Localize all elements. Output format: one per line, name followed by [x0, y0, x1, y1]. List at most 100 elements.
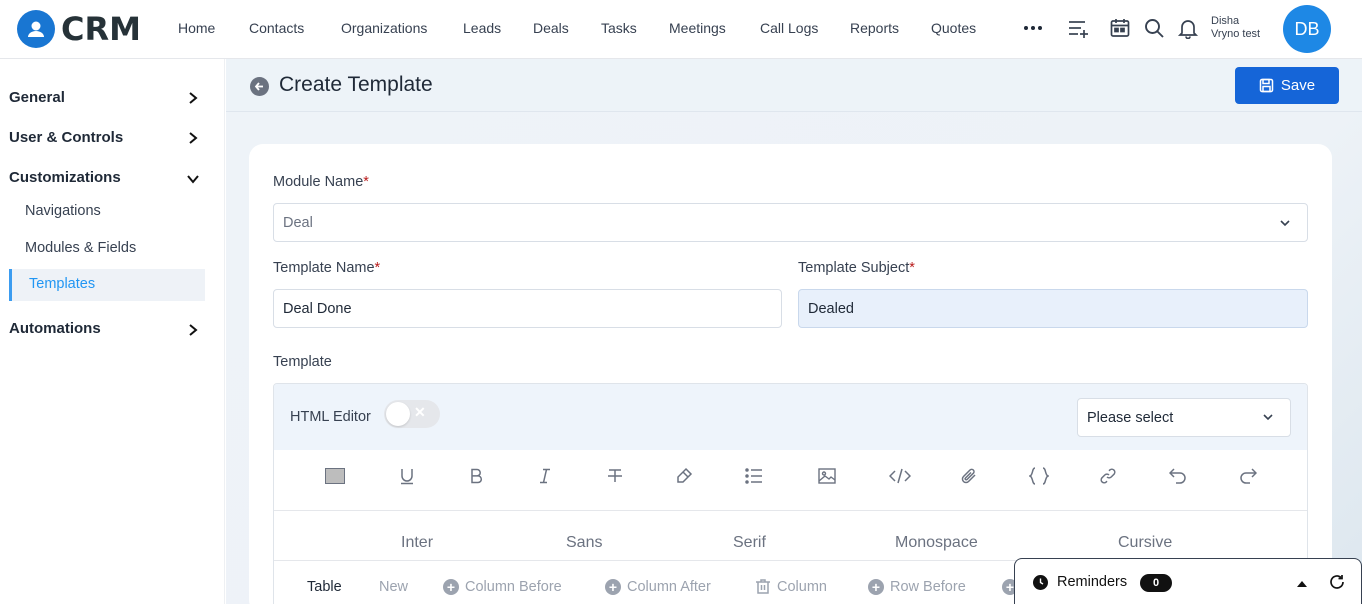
app-name: CRM — [61, 10, 141, 48]
sidebar-item-modules-fields[interactable]: Modules & Fields — [25, 240, 136, 256]
sidebar-item-automations[interactable]: Automations — [9, 320, 101, 337]
user-name[interactable]: Disha Vryno test — [1211, 15, 1260, 41]
nav-tasks[interactable]: Tasks — [601, 20, 637, 36]
template-name-label: Template Name* — [273, 260, 381, 276]
attachment-icon[interactable] — [957, 465, 981, 487]
select-placeholder: Please select — [1087, 409, 1174, 426]
reminders-panel[interactable]: Reminders 0 — [1014, 558, 1362, 604]
logo-user-icon — [17, 10, 55, 48]
strikethrough-icon[interactable] — [603, 465, 627, 487]
font-option-sans[interactable]: Sans — [566, 534, 602, 552]
user-first-name: Disha — [1211, 15, 1240, 27]
plus-circle-icon: + — [868, 579, 884, 595]
underline-icon[interactable] — [395, 465, 419, 487]
chevron-down-icon — [1262, 411, 1274, 427]
new-table-button[interactable]: New — [379, 579, 408, 595]
chevron-right-icon[interactable] — [186, 91, 200, 110]
calendar-icon[interactable] — [1109, 17, 1131, 44]
main-content: Create Template Save Module Name* Deal T… — [226, 59, 1362, 604]
nav-reports[interactable]: Reports — [850, 20, 899, 36]
add-list-icon[interactable] — [1067, 17, 1089, 44]
module-name-value: Deal — [283, 214, 313, 231]
page-title: Create Template — [279, 73, 433, 96]
caret-up-icon[interactable] — [1296, 576, 1308, 594]
template-name-value: Deal Done — [283, 300, 352, 317]
template-form-card: Module Name* Deal Template Name* Deal Do… — [249, 144, 1332, 604]
nav-call-logs[interactable]: Call Logs — [760, 20, 818, 36]
template-subject-input[interactable]: Dealed — [798, 289, 1308, 328]
font-options-row: Inter Sans Serif Monospace Cursive — [274, 510, 1307, 560]
top-nav-bar: CRM Home Contacts Organizations Leads De… — [0, 0, 1362, 59]
nav-home[interactable]: Home — [178, 20, 215, 36]
toggle-knob — [386, 402, 410, 426]
column-before-button[interactable]: + Column Before — [443, 579, 562, 595]
column-label: Column — [777, 579, 827, 595]
nav-leads[interactable]: Leads — [463, 20, 501, 36]
chevron-right-icon[interactable] — [186, 131, 200, 150]
column-after-button[interactable]: + Column After — [605, 579, 711, 595]
nav-deals[interactable]: Deals — [533, 20, 569, 36]
column-before-label: Column Before — [465, 579, 562, 595]
sidebar-item-general[interactable]: General — [9, 89, 65, 106]
row-before-button[interactable]: + Row Before — [868, 579, 966, 595]
more-icon[interactable] — [1023, 20, 1043, 41]
module-name-select[interactable]: Deal — [273, 203, 1308, 242]
save-label: Save — [1280, 77, 1316, 94]
sidebar-item-user-controls[interactable]: User & Controls — [9, 129, 123, 146]
avatar[interactable]: DB — [1283, 5, 1331, 53]
delete-column-button[interactable]: Column — [755, 579, 827, 595]
reminders-count-badge: 0 — [1140, 574, 1172, 592]
template-subject-label: Template Subject* — [798, 260, 915, 276]
html-editor-label: HTML Editor — [290, 409, 371, 425]
font-option-monospace[interactable]: Monospace — [895, 534, 978, 552]
close-icon: ✕ — [414, 404, 426, 420]
app-logo[interactable]: CRM — [17, 10, 141, 48]
template-label: Template — [273, 354, 332, 370]
font-option-cursive[interactable]: Cursive — [1118, 534, 1172, 552]
font-option-inter[interactable]: Inter — [401, 534, 433, 552]
sidebar-item-label: Templates — [29, 276, 96, 292]
highlighter-icon[interactable] — [672, 465, 696, 487]
nav-contacts[interactable]: Contacts — [249, 20, 304, 36]
clock-icon — [1033, 575, 1048, 590]
nav-quotes[interactable]: Quotes — [931, 20, 976, 36]
code-icon[interactable] — [888, 465, 912, 487]
undo-icon[interactable] — [1166, 465, 1190, 487]
column-after-label: Column After — [627, 579, 711, 595]
save-button[interactable]: Save — [1235, 67, 1339, 104]
bold-icon[interactable] — [464, 465, 488, 487]
html-editor-toggle[interactable]: ✕ — [384, 400, 440, 428]
sidebar-item-customizations[interactable]: Customizations — [9, 169, 121, 186]
refresh-icon[interactable] — [1329, 574, 1345, 595]
table-button[interactable]: Table — [307, 579, 342, 595]
back-arrow-icon[interactable] — [250, 77, 269, 96]
chevron-down-icon — [1279, 217, 1291, 233]
sidebar-item-navigations[interactable]: Navigations — [25, 203, 101, 219]
braces-icon[interactable] — [1027, 465, 1051, 487]
nav-meetings[interactable]: Meetings — [669, 20, 726, 36]
image-icon[interactable] — [815, 465, 839, 487]
redo-icon[interactable] — [1236, 465, 1260, 487]
nav-organizations[interactable]: Organizations — [341, 20, 427, 36]
bell-icon[interactable] — [1177, 17, 1199, 44]
page-header: Create Template Save — [226, 59, 1362, 112]
link-icon[interactable] — [1096, 465, 1120, 487]
editor-header: HTML Editor ✕ Please select — [274, 384, 1307, 450]
font-option-serif[interactable]: Serif — [733, 534, 766, 552]
plus-circle-icon: + — [443, 579, 459, 595]
search-icon[interactable] — [1143, 17, 1165, 44]
chevron-right-icon[interactable] — [186, 323, 200, 342]
italic-icon[interactable] — [533, 465, 557, 487]
plus-circle-icon: + — [605, 579, 621, 595]
row-before-label: Row Before — [890, 579, 966, 595]
template-name-input[interactable]: Deal Done — [273, 289, 782, 328]
user-last-name: Vryno test — [1211, 28, 1261, 40]
sidebar-item-templates[interactable]: Templates — [9, 269, 205, 301]
trash-icon — [756, 579, 770, 594]
list-icon[interactable] — [742, 465, 766, 487]
settings-sidebar: General User & Controls Customizations N… — [0, 59, 225, 604]
template-field-select[interactable]: Please select — [1077, 398, 1291, 437]
module-name-label: Module Name* — [273, 174, 369, 190]
color-swatch-icon[interactable] — [323, 465, 347, 487]
chevron-down-icon[interactable] — [186, 172, 200, 191]
